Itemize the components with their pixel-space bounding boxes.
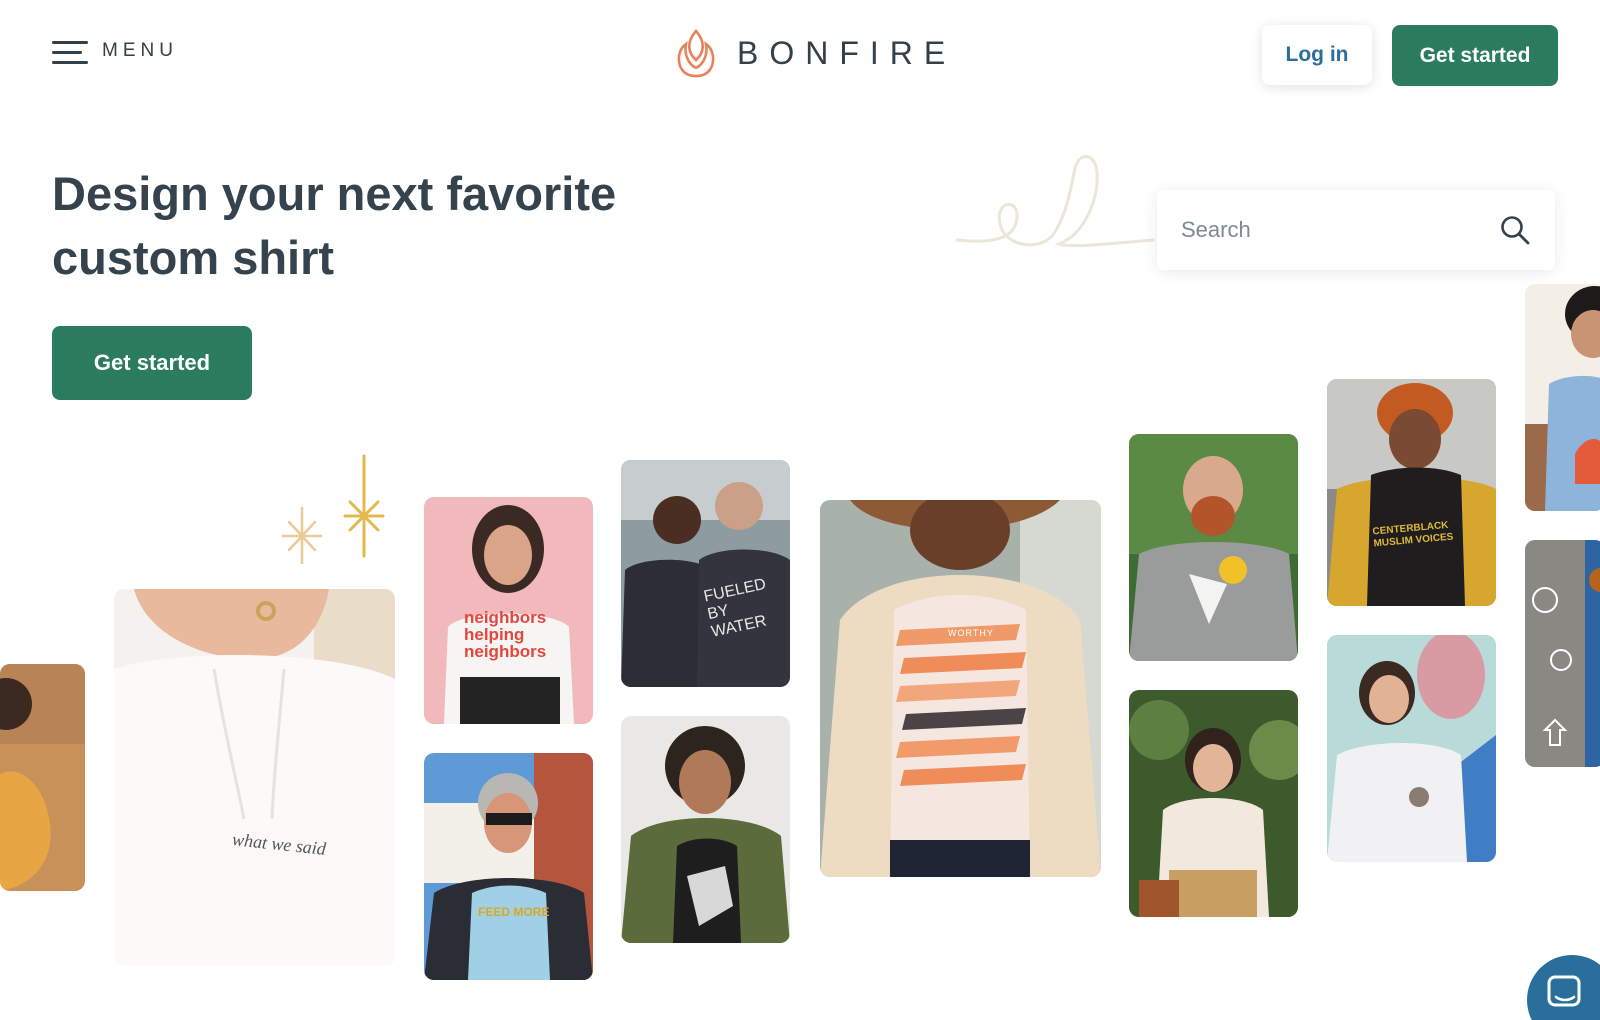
photo-image — [1327, 635, 1496, 862]
hero-get-started-button[interactable]: Get started — [52, 326, 252, 400]
chat-launcher-button[interactable] — [1527, 955, 1600, 1020]
search-bar[interactable] — [1157, 190, 1555, 270]
photo-tile-fueled-by-water[interactable]: FUELED BY WATER — [621, 460, 790, 687]
photo-tile-white-hoodie[interactable]: what we said — [114, 589, 395, 966]
photo-tile-worthy-shirt[interactable]: WORTHY — [820, 500, 1101, 877]
photo-tile-fist-shirt[interactable] — [621, 716, 790, 943]
photo-image — [1129, 434, 1298, 661]
photo-image — [0, 664, 85, 891]
photo-tile-mustard-sweater[interactable] — [0, 664, 85, 891]
menu-label: MENU — [102, 40, 178, 61]
photo-image — [424, 753, 593, 980]
photo-image — [114, 589, 395, 966]
photo-image — [1525, 284, 1600, 511]
photo-image — [820, 500, 1101, 877]
hamburger-icon — [52, 38, 88, 64]
menu-button[interactable]: MENU — [52, 38, 178, 64]
sparkle-icon — [281, 454, 385, 564]
photo-tile-mushroom-shirt[interactable] — [1525, 540, 1600, 767]
squiggle-doodle — [955, 155, 1155, 248]
photo-tile-boy-shirt[interactable] — [1525, 284, 1600, 511]
photo-tile-bird-shirt[interactable] — [1129, 434, 1298, 661]
photo-image — [1525, 540, 1600, 767]
photo-image — [621, 460, 790, 687]
photo-tile-neighbors-shirt[interactable]: neighbors helping neighbors — [424, 497, 593, 724]
brand-name: BONFIRE — [737, 34, 957, 71]
photo-image — [1327, 379, 1496, 606]
worthy-print-text: WORTHY — [948, 628, 994, 638]
photo-image — [621, 716, 790, 943]
photo-tile-muslim-voices[interactable]: CENTERBLACK MUSLIM VOICES — [1327, 379, 1496, 606]
feedmore-print-text: FEED MORE — [478, 905, 550, 919]
photo-tile-feed-more[interactable]: FEED MORE — [424, 753, 593, 980]
neighbors-print-text: neighbors helping neighbors — [464, 608, 547, 661]
hero-title: Design your next favorite custom shirt — [52, 167, 617, 284]
photo-tile-mural-sweatshirt[interactable] — [1327, 635, 1496, 862]
photo-image — [1129, 690, 1298, 917]
chat-icon — [1547, 975, 1581, 1007]
search-input[interactable] — [1181, 217, 1499, 243]
header-get-started-button[interactable]: Get started — [1392, 25, 1558, 86]
photo-tile-braids-shirt[interactable] — [1129, 690, 1298, 917]
login-button[interactable]: Log in — [1262, 25, 1372, 85]
search-icon[interactable] — [1499, 214, 1531, 246]
flame-logo-icon — [677, 29, 715, 78]
brand-logo[interactable]: BONFIRE — [675, 28, 956, 78]
